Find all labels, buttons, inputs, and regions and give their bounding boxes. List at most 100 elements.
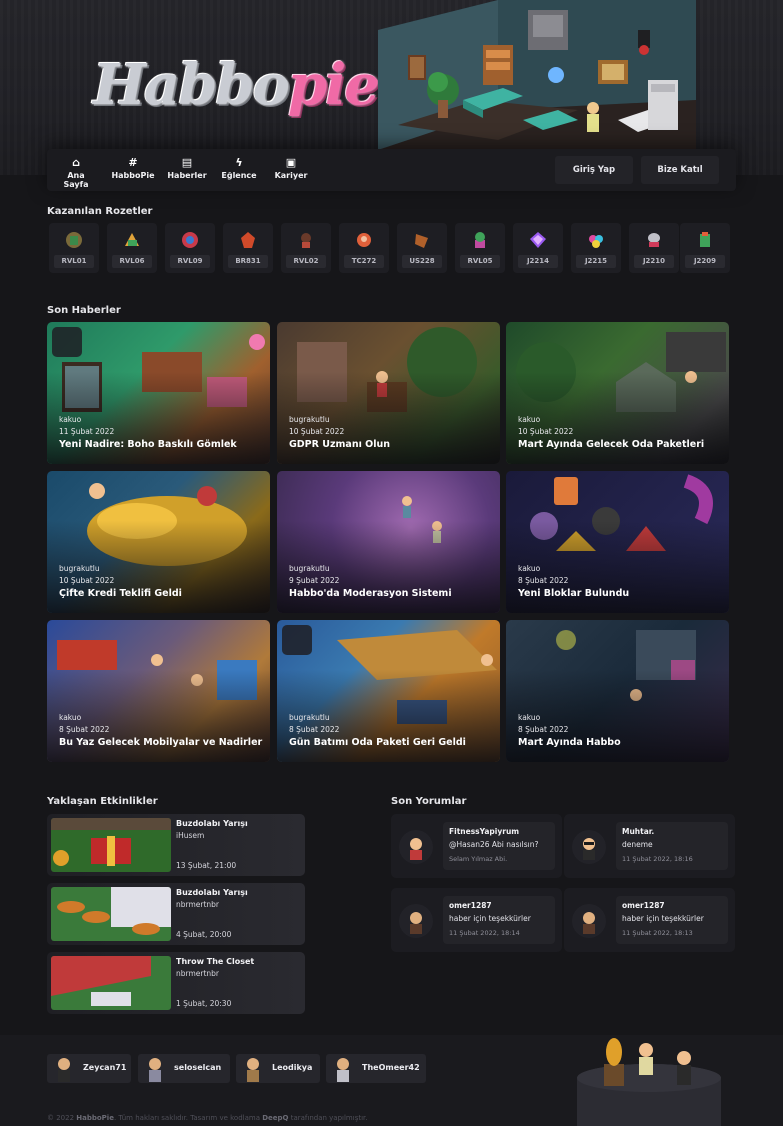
online-user[interactable]: Leodikya: [236, 1054, 320, 1083]
news-card[interactable]: bugrakutlu 9 Şubat 2022 Habbo'da Moderas…: [277, 471, 500, 613]
news-date: 10 Şubat 2022: [289, 427, 345, 436]
hash-icon: #: [128, 156, 138, 169]
news-author: bugrakutlu: [59, 564, 100, 573]
news-title: Mart Ayında Habbo: [518, 737, 621, 748]
badge-item[interactable]: J2209: [680, 223, 730, 273]
news-card[interactable]: kakuo 8 Şubat 2022 Mart Ayında Habbo: [506, 620, 729, 762]
event-time: 4 Şubat, 20:00: [176, 930, 232, 939]
event-time: 13 Şubat, 21:00: [176, 861, 237, 870]
briefcase-icon: ▣: [285, 156, 297, 169]
badge-item[interactable]: BR831: [223, 223, 273, 273]
badge-icon: [700, 232, 710, 247]
event-title: Throw The Closet: [176, 957, 255, 966]
badge-icon: [589, 235, 603, 248]
news-title: Yeni Bloklar Bulundu: [518, 588, 630, 599]
register-button[interactable]: Bize Katıl: [641, 156, 719, 184]
event-host: nbrmertnbr: [176, 900, 220, 909]
user-avatar: [247, 1058, 259, 1082]
site-logo[interactable]: Habbopie: [93, 44, 380, 126]
comment-user[interactable]: omer1287: [449, 901, 492, 910]
badge-item[interactable]: US228: [397, 223, 447, 273]
badge-icon: [415, 234, 428, 248]
nav-career[interactable]: ▣ Kariyer: [271, 155, 311, 187]
main-navbar: ⌂ Ana Sayfa # HabboPie ▤ Haberler ϟ Eğle…: [47, 149, 736, 191]
news-card[interactable]: kakuo 10 Şubat 2022 Mart Ayında Gelecek …: [506, 322, 729, 464]
badge-icon: [66, 232, 82, 248]
nav-fun[interactable]: ϟ Eğlence: [219, 155, 259, 187]
comment-time: 11 Şubat 2022, 18:13: [622, 929, 693, 937]
event-time: 1 Şubat, 20:30: [176, 999, 232, 1008]
news-author: kakuo: [518, 564, 541, 573]
badge-item[interactable]: RVL01: [49, 223, 99, 273]
event-thumbnail: [51, 818, 171, 872]
comment-text: haber için teşekkürler: [449, 914, 531, 923]
news-card[interactable]: bugrakutlu 10 Şubat 2022 GDPR Uzmanı Olu…: [277, 322, 500, 464]
badge-item[interactable]: RVL06: [107, 223, 157, 273]
news-date: 8 Şubat 2022: [518, 576, 569, 585]
news-title: GDPR Uzmanı Olun: [289, 439, 391, 450]
online-user[interactable]: Zeycan71: [47, 1054, 131, 1083]
news-author: bugrakutlu: [289, 713, 330, 722]
badge-item[interactable]: RVL02: [281, 223, 331, 273]
news-title: Bu Yaz Gelecek Mobilyalar ve Nadirler: [59, 737, 263, 748]
nav-news[interactable]: ▤ Haberler: [167, 155, 207, 187]
copyright-text: © 2022 HabboPie. Tüm hakları saklıdır. T…: [47, 1114, 368, 1122]
trophy-podium-illustration: [577, 1038, 721, 1126]
user-avatar: [149, 1058, 161, 1082]
comment-card[interactable]: omer1287 haber için teşekkürler 11 Şubat…: [391, 888, 562, 952]
online-user[interactable]: TheOmeer42: [326, 1054, 426, 1083]
news-title: Mart Ayında Gelecek Oda Paketleri: [518, 439, 705, 450]
comments-section-title: Son Yorumlar: [391, 796, 467, 807]
comment-user[interactable]: FitnessYapiyrum: [449, 827, 519, 836]
online-user[interactable]: seloselcan: [138, 1054, 230, 1083]
event-host: iHusem: [176, 831, 205, 840]
login-button[interactable]: Giriş Yap: [555, 156, 633, 184]
badge-icon: [182, 232, 198, 248]
comment-card[interactable]: Muhtar. deneme 11 Şubat 2022, 18:16: [564, 814, 735, 878]
news-card[interactable]: bugrakutlu 8 Şubat 2022 Gün Batımı Oda P…: [277, 620, 500, 762]
badge-icon: [241, 232, 255, 248]
news-title: Gün Batımı Oda Paketi Geri Geldi: [289, 737, 466, 748]
badge-item[interactable]: J2215: [571, 223, 621, 273]
user-avatar: [399, 830, 433, 864]
lightning-icon: ϟ: [235, 156, 243, 169]
comment-card[interactable]: omer1287 haber için teşekkürler 11 Şubat…: [564, 888, 735, 952]
event-title: Buzdolabı Yarışı: [176, 888, 248, 897]
home-icon: ⌂: [72, 156, 80, 169]
comment-text: deneme: [622, 840, 653, 849]
comment-card[interactable]: FitnessYapiyrum @Hasan26 Abi nasılsın? S…: [391, 814, 562, 878]
news-card[interactable]: bugrakutlu 10 Şubat 2022 Çifte Kredi Tek…: [47, 471, 270, 613]
badge-item[interactable]: RVL09: [165, 223, 215, 273]
news-card[interactable]: kakuo 8 Şubat 2022 Yeni Bloklar Bulundu: [506, 471, 729, 613]
badge-item[interactable]: J2214: [513, 223, 563, 273]
news-author: bugrakutlu: [289, 415, 330, 424]
event-title: Buzdolabı Yarışı: [176, 819, 248, 828]
event-card[interactable]: Buzdolabı Yarışı iHusem 13 Şubat, 21:00: [47, 814, 305, 876]
event-card[interactable]: Throw The Closet nbrmertnbr 1 Şubat, 20:…: [47, 952, 305, 1014]
badge-icon: [357, 233, 371, 247]
badge-icon: [301, 233, 311, 248]
news-section-title: Son Haberler: [47, 305, 121, 316]
comment-user[interactable]: Muhtar.: [622, 827, 654, 836]
news-title: Habbo'da Moderasyon Sistemi: [289, 588, 452, 599]
news-date: 8 Şubat 2022: [289, 725, 340, 734]
news-date: 9 Şubat 2022: [289, 576, 340, 585]
event-thumbnail: [51, 956, 171, 1010]
comment-user[interactable]: omer1287: [622, 901, 665, 910]
nav-home[interactable]: ⌂ Ana Sayfa: [55, 155, 97, 189]
event-card[interactable]: Buzdolabı Yarışı nbrmertnbr 4 Şubat, 20:…: [47, 883, 305, 945]
event-thumbnail: [51, 887, 171, 941]
badge-item[interactable]: RVL05: [455, 223, 505, 273]
badge-icon: [125, 233, 139, 246]
news-author: kakuo: [518, 713, 541, 722]
news-date: 8 Şubat 2022: [518, 725, 569, 734]
badge-item[interactable]: J2210: [629, 223, 679, 273]
comment-time: 11 Şubat 2022, 18:16: [622, 855, 693, 863]
nav-habbopie[interactable]: # HabboPie: [111, 155, 155, 187]
comment-subtext: Selam Yılmaz Abi.: [449, 855, 508, 863]
badge-icon: [475, 232, 485, 248]
badge-item[interactable]: TC272: [339, 223, 389, 273]
hero-room-illustration: [378, 0, 696, 160]
news-card[interactable]: kakuo 8 Şubat 2022 Bu Yaz Gelecek Mobily…: [47, 620, 270, 762]
news-card[interactable]: kakuo 11 Şubat 2022 Yeni Nadire: Boho Ba…: [47, 322, 270, 464]
